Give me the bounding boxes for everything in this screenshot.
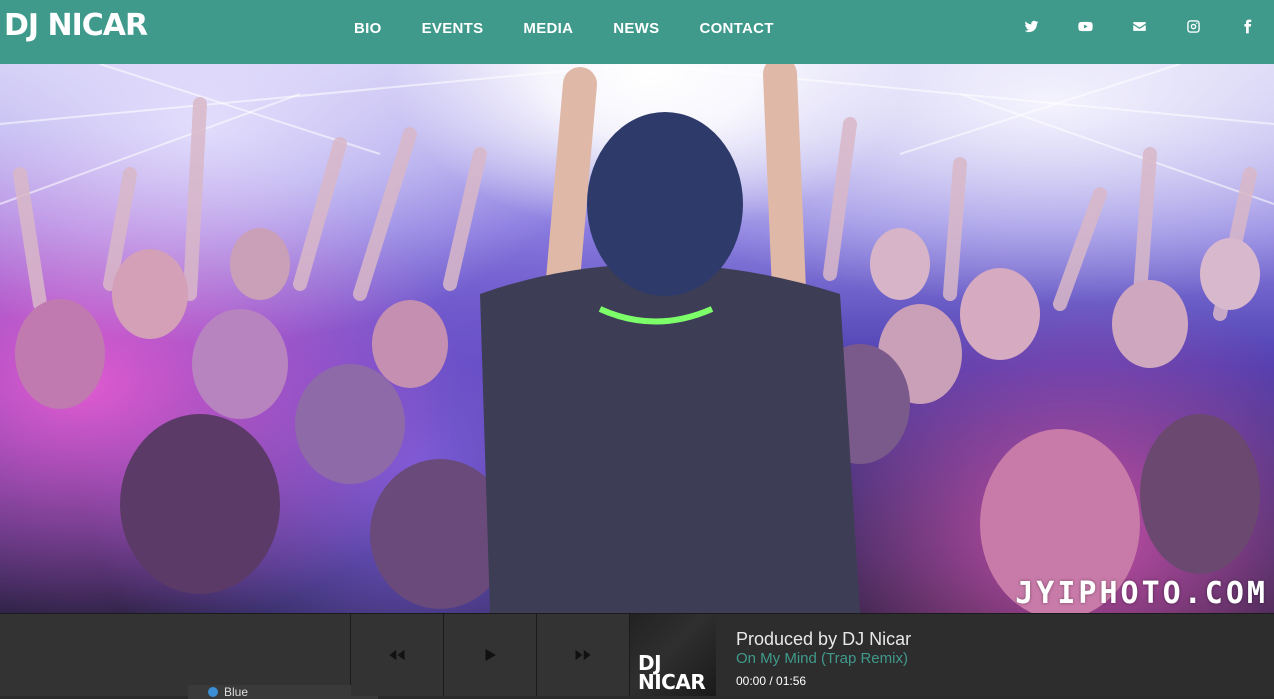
facebook-icon[interactable] xyxy=(1220,19,1274,38)
main-nav: BIO EVENTS MEDIA NEWS CONTACT xyxy=(334,0,794,56)
fast-forward-icon xyxy=(575,649,591,661)
underlying-content-peek: Blue xyxy=(188,685,378,699)
track-cover-art: DJ NICAR xyxy=(630,614,716,696)
instagram-icon[interactable] xyxy=(1166,19,1220,38)
site-header: DJ NICAR BIO EVENTS MEDIA NEWS CONTACT xyxy=(0,0,1274,64)
youtube-icon[interactable] xyxy=(1058,19,1112,38)
audio-player: Blue DJ NICAR Produced by DJ Nicar On My… xyxy=(0,613,1274,699)
nav-bio[interactable]: BIO xyxy=(354,20,382,37)
photo-watermark: JYIPHOTO.COM xyxy=(1015,576,1268,611)
peek-dot-icon xyxy=(208,687,218,697)
track-info: Produced by DJ Nicar On My Mind (Trap Re… xyxy=(736,629,911,691)
peek-label: Blue xyxy=(224,685,249,699)
track-name[interactable]: On My Mind (Trap Remix) xyxy=(736,649,911,669)
envelope-icon[interactable] xyxy=(1112,19,1166,38)
fast-forward-button[interactable] xyxy=(537,614,630,696)
track-time: 00:00 / 01:56 xyxy=(736,674,807,688)
twitter-icon[interactable] xyxy=(1004,19,1058,38)
nav-media[interactable]: MEDIA xyxy=(523,20,573,37)
play-button[interactable] xyxy=(444,614,537,696)
social-links xyxy=(1004,0,1274,56)
nav-contact[interactable]: CONTACT xyxy=(699,20,773,37)
site-logo[interactable]: DJ NICAR xyxy=(4,10,148,42)
track-artist-title: Produced by DJ Nicar xyxy=(736,629,912,649)
hero-photo: JYIPHOTO.COM xyxy=(0,64,1274,613)
crowd-illustration xyxy=(0,64,1274,613)
rewind-button[interactable] xyxy=(351,614,444,696)
cover-logo-text: DJ NICAR xyxy=(638,651,706,694)
play-icon xyxy=(485,649,496,661)
nav-news[interactable]: NEWS xyxy=(613,20,659,37)
nav-events[interactable]: EVENTS xyxy=(422,20,484,37)
rewind-icon xyxy=(389,649,405,661)
player-left-panel xyxy=(0,614,351,696)
